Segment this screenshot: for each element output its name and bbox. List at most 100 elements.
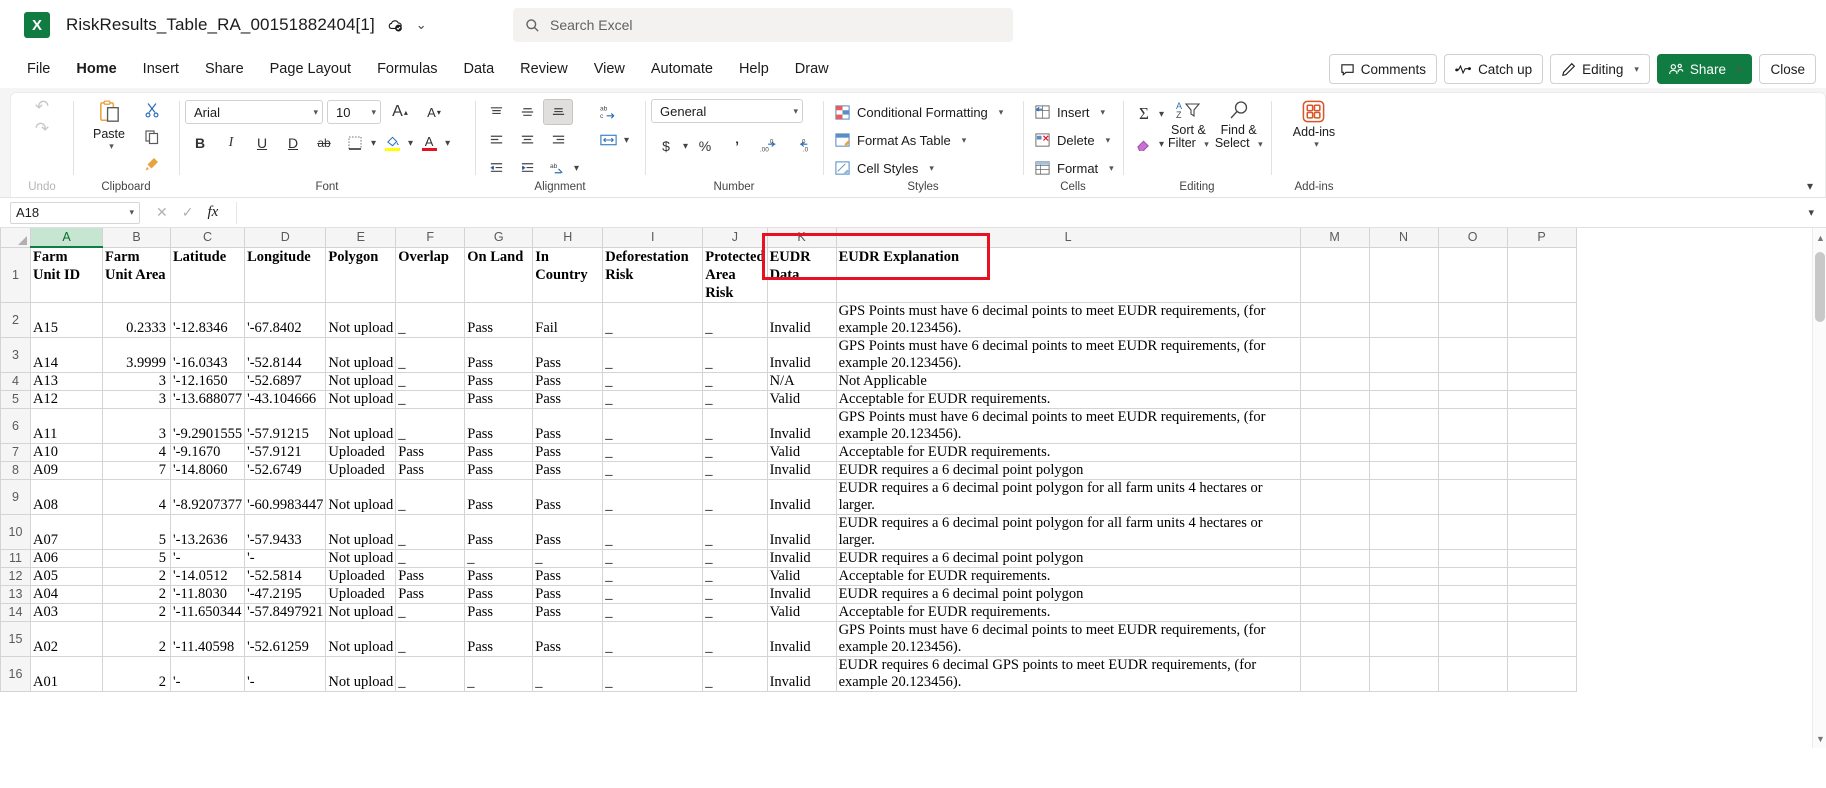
- cell-N16[interactable]: [1369, 656, 1438, 691]
- column-header-n[interactable]: N: [1369, 228, 1438, 247]
- cell-B14[interactable]: 2: [103, 603, 171, 621]
- cell-D14[interactable]: '-57.8497921: [245, 603, 326, 621]
- add-ins-button[interactable]: Add-ins ▾: [1285, 97, 1343, 152]
- cell-I12[interactable]: _: [603, 567, 703, 585]
- cell-E2[interactable]: Not upload: [326, 302, 396, 337]
- cell-P9[interactable]: [1507, 479, 1576, 514]
- cell-J6[interactable]: _: [703, 408, 767, 443]
- cell-I11[interactable]: _: [603, 549, 703, 567]
- align-top-button[interactable]: [481, 99, 511, 125]
- cell-L2[interactable]: GPS Points must have 6 decimal points to…: [836, 302, 1300, 337]
- strikethrough-button[interactable]: ab: [309, 130, 339, 156]
- close-button[interactable]: Close: [1759, 54, 1816, 84]
- insert-function-icon[interactable]: fx: [207, 204, 218, 221]
- cell-K12[interactable]: Valid: [767, 567, 836, 585]
- cell-N10[interactable]: [1369, 514, 1438, 549]
- vertical-scrollbar[interactable]: ▲ ▼: [1812, 228, 1826, 748]
- cell-C8[interactable]: '-14.8060: [171, 461, 245, 479]
- delete-cells-button[interactable]: Delete ▾: [1029, 127, 1115, 153]
- cell-J15[interactable]: _: [703, 621, 767, 656]
- cell-A7[interactable]: A10: [31, 443, 103, 461]
- column-header-d[interactable]: D: [245, 228, 326, 247]
- increase-indent-button[interactable]: [512, 155, 542, 181]
- cell-D7[interactable]: '-57.9121: [245, 443, 326, 461]
- tab-data[interactable]: Data: [451, 56, 508, 82]
- cell-G8[interactable]: Pass: [465, 461, 533, 479]
- cell-D16[interactable]: '-: [245, 656, 326, 691]
- cell-C11[interactable]: '-: [171, 549, 245, 567]
- cell-N15[interactable]: [1369, 621, 1438, 656]
- row-header-13[interactable]: 13: [1, 585, 31, 603]
- scroll-up-icon[interactable]: ▲: [1816, 233, 1825, 243]
- column-header-a[interactable]: A: [31, 228, 103, 247]
- cell-H5[interactable]: Pass: [533, 390, 603, 408]
- cell-P7[interactable]: [1507, 443, 1576, 461]
- cell-E3[interactable]: Not upload: [326, 337, 396, 372]
- chevron-down-icon[interactable]: ▾: [683, 141, 688, 152]
- cell-A11[interactable]: A06: [31, 549, 103, 567]
- cell-B7[interactable]: 4: [103, 443, 171, 461]
- cell-P1[interactable]: [1507, 247, 1576, 302]
- column-header-m[interactable]: M: [1300, 228, 1369, 247]
- cell-E4[interactable]: Not upload: [326, 372, 396, 390]
- cell-P10[interactable]: [1507, 514, 1576, 549]
- cell-M4[interactable]: [1300, 372, 1369, 390]
- select-all-corner[interactable]: [1, 228, 31, 247]
- increase-decimal-button[interactable]: .00 0: [754, 133, 784, 159]
- cell-B10[interactable]: 5: [103, 514, 171, 549]
- cell-G13[interactable]: Pass: [465, 585, 533, 603]
- chevron-down-icon[interactable]: ▾: [574, 163, 579, 174]
- cell-I14[interactable]: _: [603, 603, 703, 621]
- cell-P15[interactable]: [1507, 621, 1576, 656]
- row-header-9[interactable]: 9: [1, 479, 31, 514]
- cell-E13[interactable]: Uploaded: [326, 585, 396, 603]
- cell-P13[interactable]: [1507, 585, 1576, 603]
- cell-J10[interactable]: _: [703, 514, 767, 549]
- cell-J13[interactable]: _: [703, 585, 767, 603]
- number-format-select[interactable]: General ▾: [651, 99, 803, 123]
- cell-M15[interactable]: [1300, 621, 1369, 656]
- cell-F14[interactable]: _: [396, 603, 465, 621]
- row-header-6[interactable]: 6: [1, 408, 31, 443]
- cell-K2[interactable]: Invalid: [767, 302, 836, 337]
- cell-B6[interactable]: 3: [103, 408, 171, 443]
- tab-formulas[interactable]: Formulas: [364, 56, 450, 82]
- column-header-j[interactable]: J: [703, 228, 767, 247]
- cell-A16[interactable]: A01: [31, 656, 103, 691]
- cell-A8[interactable]: A09: [31, 461, 103, 479]
- document-title[interactable]: RiskResults_Table_RA_00151882404[1]: [66, 15, 375, 35]
- paste-button[interactable]: Paste ▾: [85, 97, 133, 154]
- cell-E7[interactable]: Uploaded: [326, 443, 396, 461]
- chevron-down-icon[interactable]: ▾: [1159, 109, 1164, 120]
- decrease-decimal-button[interactable]: .0 0: [786, 133, 816, 159]
- cell-F3[interactable]: _: [396, 337, 465, 372]
- undo-arrow-icon[interactable]: ↶: [35, 97, 49, 117]
- cell-J7[interactable]: _: [703, 443, 767, 461]
- cell-B11[interactable]: 5: [103, 549, 171, 567]
- cell-G15[interactable]: Pass: [465, 621, 533, 656]
- cell-O11[interactable]: [1438, 549, 1507, 567]
- cell-G11[interactable]: _: [465, 549, 533, 567]
- cell-L1[interactable]: EUDR Explanation: [836, 247, 1300, 302]
- cell-B12[interactable]: 2: [103, 567, 171, 585]
- cell-K10[interactable]: Invalid: [767, 514, 836, 549]
- cell-M14[interactable]: [1300, 603, 1369, 621]
- cell-L13[interactable]: EUDR requires a 6 decimal point polygon: [836, 585, 1300, 603]
- cell-E5[interactable]: Not upload: [326, 390, 396, 408]
- sort-and-filter-button[interactable]: A Z Sort & Filter ▾: [1166, 99, 1211, 151]
- spreadsheet-grid[interactable]: ABCDEFGHIJKLMNOP1FarmUnit IDFarmUnit Are…: [0, 228, 1826, 748]
- cell-E9[interactable]: Not upload: [326, 479, 396, 514]
- chevron-down-icon[interactable]: ▾: [624, 135, 629, 146]
- cell-H2[interactable]: Fail: [533, 302, 603, 337]
- cell-G6[interactable]: Pass: [465, 408, 533, 443]
- cell-K16[interactable]: Invalid: [767, 656, 836, 691]
- row-header-5[interactable]: 5: [1, 390, 31, 408]
- cell-F9[interactable]: _: [396, 479, 465, 514]
- align-middle-button[interactable]: [512, 99, 542, 125]
- cell-E14[interactable]: Not upload: [326, 603, 396, 621]
- cell-O12[interactable]: [1438, 567, 1507, 585]
- cell-D15[interactable]: '-52.61259: [245, 621, 326, 656]
- cell-E1[interactable]: Polygon: [326, 247, 396, 302]
- cell-O14[interactable]: [1438, 603, 1507, 621]
- cell-B5[interactable]: 3: [103, 390, 171, 408]
